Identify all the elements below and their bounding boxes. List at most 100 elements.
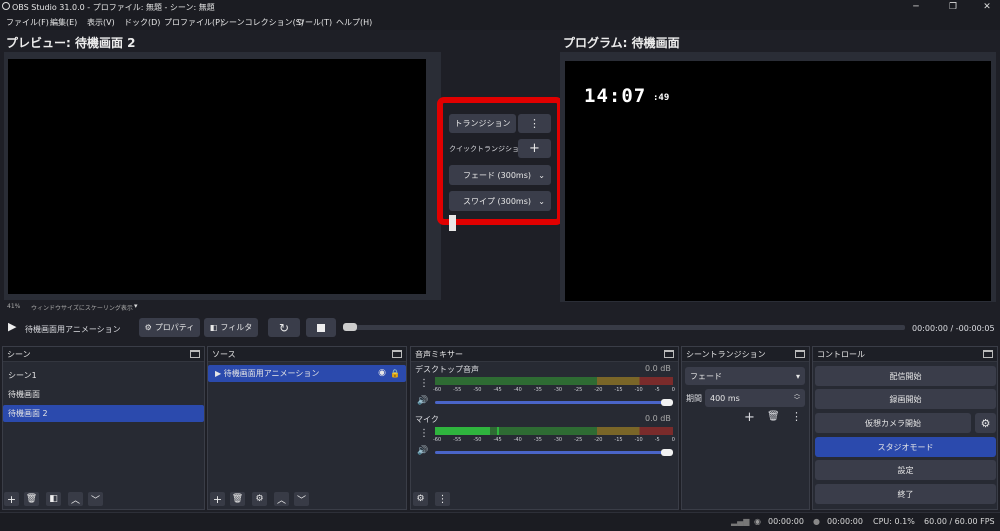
fade-transition-button[interactable]: フェード (300ms) ⌄ <box>449 165 551 185</box>
scale-tick: -20 <box>594 437 603 443</box>
preview-canvas[interactable] <box>8 59 426 294</box>
more-vertical-icon[interactable]: ⋮ <box>791 410 802 423</box>
chevron-up-icon: ︿ <box>70 495 80 506</box>
spin-arrows-icon[interactable]: ︿ ﹀ <box>794 392 800 404</box>
studio-mode-button[interactable]: スタジオモード <box>815 437 996 457</box>
move-source-up-button[interactable]: ︿ <box>274 492 289 506</box>
volume-knob[interactable] <box>661 399 673 406</box>
more-vertical-icon[interactable]: ⋮ <box>419 378 429 389</box>
move-scene-up-button[interactable]: ︿ <box>68 492 83 506</box>
chevron-down-icon[interactable]: ▾ <box>134 302 138 310</box>
lock-icon[interactable]: 🔒 <box>390 365 400 382</box>
menu-file[interactable]: ファイル(F) <box>6 17 49 28</box>
scene-item[interactable]: 待機画面 <box>3 386 204 403</box>
scale-tick: -50 <box>473 437 482 443</box>
menu-view[interactable]: 表示(V) <box>87 17 115 28</box>
audio-meter <box>435 377 673 385</box>
menu-scene-collection[interactable]: シーンコレクション(S) <box>221 17 304 28</box>
scene-filters-button[interactable]: ◧ <box>46 492 61 506</box>
chevron-up-icon: ︿ <box>276 495 286 506</box>
trash-icon: 🗑 <box>231 494 244 504</box>
more-vertical-icon: ⋮ <box>437 493 448 505</box>
scale-tick: -25 <box>574 437 583 443</box>
menu-help[interactable]: ヘルプ(H) <box>336 17 372 28</box>
transition-type-select[interactable]: フェード ▾ <box>685 367 805 385</box>
t-bar-handle[interactable] <box>449 215 456 231</box>
move-scene-down-button[interactable]: ﹀ <box>88 492 103 506</box>
settings-button[interactable]: 設定 <box>815 460 996 480</box>
peak-marker <box>497 427 499 435</box>
scale-tick: -55 <box>453 437 462 443</box>
menu-tools[interactable]: ツール(T) <box>297 17 332 28</box>
volume-slider[interactable] <box>435 401 667 404</box>
gear-icon: ⚙ <box>980 416 991 430</box>
start-recording-button[interactable]: 録画開始 <box>815 389 996 409</box>
remove-scene-button[interactable]: 🗑 <box>24 492 39 506</box>
close-icon[interactable]: ✕ <box>980 1 994 13</box>
audio-level <box>435 427 490 435</box>
popout-icon[interactable] <box>795 350 805 358</box>
start-streaming-button[interactable]: 配信開始 <box>815 366 996 386</box>
source-item[interactable]: ▶ 待機画面用アニメーション ◉ 🔒 <box>208 365 406 382</box>
remove-source-button[interactable]: 🗑 <box>230 492 245 506</box>
menu-edit[interactable]: 編集(E) <box>50 17 77 28</box>
media-seek-bar[interactable] <box>343 325 905 330</box>
scale-tick: -45 <box>493 437 502 443</box>
eye-icon[interactable]: ◉ <box>378 365 386 382</box>
seek-handle[interactable] <box>343 323 357 331</box>
scale-tick: -5 <box>654 387 660 393</box>
menu-dock[interactable]: ドック(D) <box>124 17 160 28</box>
trash-icon[interactable]: 🗑 <box>767 411 780 422</box>
restart-button[interactable]: ↻ <box>268 318 300 337</box>
menu-profile[interactable]: プロファイル(P) <box>164 17 223 28</box>
popout-icon[interactable] <box>664 350 674 358</box>
channel-name: デスクトップ音声 <box>415 365 479 374</box>
volume-slider[interactable] <box>435 451 667 454</box>
mixer-settings-button[interactable]: ⚙ <box>413 492 428 506</box>
popout-icon[interactable] <box>983 350 993 358</box>
gears-icon: ⚙ <box>416 494 425 504</box>
properties-button[interactable]: ⚙ プロパティ <box>139 318 200 337</box>
source-properties-button[interactable]: ⚙ <box>252 492 267 506</box>
move-source-down-button[interactable]: ﹀ <box>294 492 309 506</box>
speaker-icon[interactable]: 🔊 <box>417 446 428 456</box>
mixer-menu-button[interactable]: ⋮ <box>435 492 450 506</box>
more-vertical-icon[interactable]: ⋮ <box>419 428 429 439</box>
mixer-title: 音声ミキサー <box>415 350 463 359</box>
filters-button[interactable]: ◧ フィルタ <box>204 318 258 337</box>
channel-db: 0.0 dB <box>645 414 671 423</box>
maximize-icon[interactable]: ❐ <box>946 1 960 13</box>
add-source-button[interactable]: + <box>210 492 225 506</box>
duration-spinbox[interactable]: 400 ms ︿ ﹀ <box>705 389 805 407</box>
start-virtual-camera-button[interactable]: 仮想カメラ開始 <box>815 413 971 433</box>
stop-button[interactable] <box>306 318 336 337</box>
swipe-transition-button[interactable]: スワイプ (300ms) ⌄ <box>449 191 551 211</box>
volume-knob[interactable] <box>661 449 673 456</box>
play-icon[interactable]: ▶ <box>8 320 16 333</box>
record-icon: ● <box>813 517 820 526</box>
scene-item-selected[interactable]: 待機画面 2 <box>3 405 204 422</box>
duration-value: 400 ms <box>710 393 740 403</box>
transition-menu-button[interactable]: ⋮ <box>518 114 551 133</box>
scale-tick: -35 <box>533 387 542 393</box>
scale-tick: -55 <box>453 387 462 393</box>
scenes-dock: シーン シーン1 待機画面 待機画面 2 <box>2 346 205 510</box>
scaling-mode-label[interactable]: ウィンドウサイズにスケーリング表示 <box>31 303 133 312</box>
transition-button[interactable]: トランジション <box>449 114 516 133</box>
scale-tick: -25 <box>574 387 583 393</box>
minimize-icon[interactable]: ─ <box>909 1 923 13</box>
add-scene-button[interactable]: + <box>4 492 19 506</box>
speaker-icon[interactable]: 🔊 <box>417 396 428 406</box>
filter-icon: ◧ <box>209 323 218 332</box>
stream-icon: ◉ <box>754 517 761 526</box>
add-quick-transition-button[interactable]: + <box>518 139 551 158</box>
exit-button[interactable]: 終了 <box>815 484 996 504</box>
popout-icon[interactable] <box>190 350 200 358</box>
gear-icon: ⚙ <box>255 494 264 504</box>
plus-icon[interactable]: + <box>744 410 755 425</box>
virtual-camera-settings-button[interactable]: ⚙ <box>975 413 996 433</box>
chevron-down-icon: ⌄ <box>538 170 545 180</box>
scale-tick: -40 <box>513 387 522 393</box>
scene-item[interactable]: シーン1 <box>3 367 204 384</box>
popout-icon[interactable] <box>392 350 402 358</box>
